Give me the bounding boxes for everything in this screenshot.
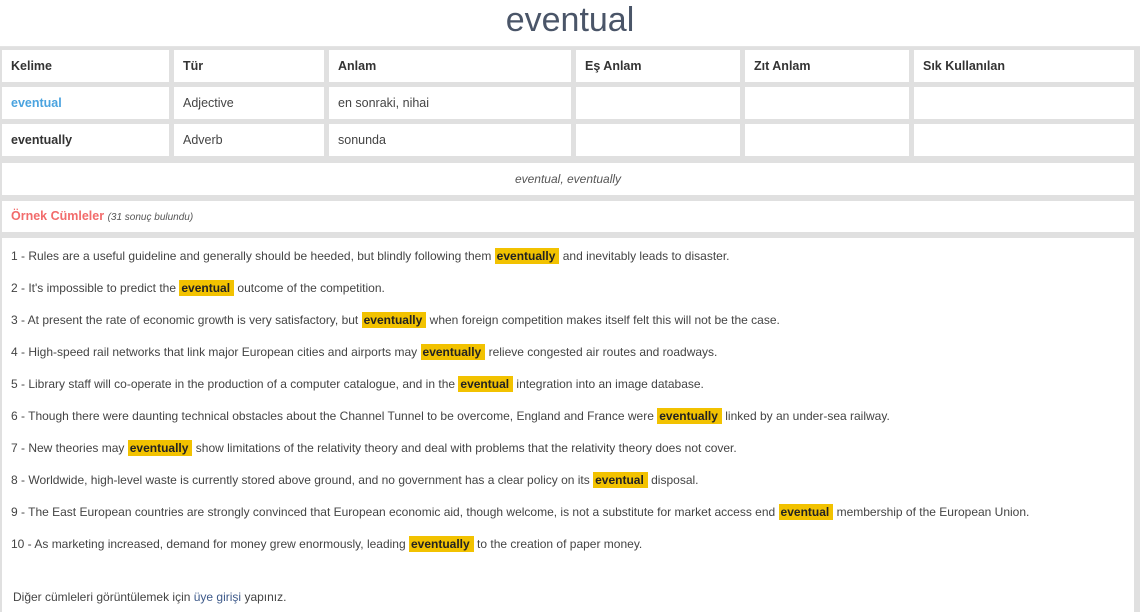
word-type: Adverb	[174, 124, 324, 156]
example-sentence: 6 - Though there were daunting technical…	[11, 406, 1134, 438]
header-common: Sık Kullanılan	[914, 50, 1134, 82]
page-title: eventual	[0, 0, 1140, 47]
word-common	[914, 87, 1134, 119]
example-sentence: 4 - High-speed rail networks that link m…	[11, 342, 1134, 374]
sentence-text: 1 - Rules are a useful guideline and gen…	[11, 249, 492, 263]
login-prompt-text: Diğer cümleleri görüntülemek için	[13, 590, 191, 604]
highlighted-word: eventual	[179, 280, 235, 296]
word-synonym	[576, 87, 740, 119]
sentence-text: disposal.	[651, 473, 699, 487]
sentence-text: 10 - As marketing increased, demand for …	[11, 537, 406, 551]
sentence-text: integration into an image database.	[516, 377, 704, 391]
highlighted-word: eventual	[593, 472, 648, 488]
example-sentences: 1 - Rules are a useful guideline and gen…	[2, 238, 1134, 614]
sentence-text: 2 - It's impossible to predict the	[11, 281, 177, 295]
highlighted-word: eventually	[127, 440, 193, 456]
sentence-text: and inevitably leads to disaster.	[562, 249, 730, 263]
sentence-text: outcome of the competition.	[237, 281, 385, 295]
word-antonym	[745, 124, 909, 156]
highlighted-word: eventually	[657, 408, 722, 424]
login-prompt-text-end: yapınız.	[244, 590, 287, 604]
sentence-text: 8 - Worldwide, high-level waste is curre…	[11, 473, 590, 487]
highlighted-word: eventually	[420, 344, 486, 360]
sentence-text: 4 - High-speed rail networks that link m…	[11, 345, 418, 359]
example-sentence: 10 - As marketing increased, demand for …	[11, 534, 1134, 566]
examples-header: Örnek Cümleler (31 sonuç bulundu)	[2, 201, 1134, 232]
highlighted-word: eventual	[458, 376, 514, 392]
sentence-text: membership of the European Union.	[836, 505, 1030, 519]
word-meaning: en sonraki, nihai	[329, 87, 571, 119]
highlighted-word: eventually	[409, 536, 474, 552]
sentence-text: linked by an under-sea railway.	[725, 409, 890, 423]
sentence-text: 5 - Library staff will co-operate in the…	[11, 377, 456, 391]
sentence-text: 7 - New theories may	[11, 441, 125, 455]
example-sentence: 8 - Worldwide, high-level waste is curre…	[11, 470, 1134, 502]
header-synonym: Eş Anlam	[576, 50, 740, 82]
word-link[interactable]: eventual	[2, 87, 169, 119]
word-synonym	[576, 124, 740, 156]
word-antonym	[745, 87, 909, 119]
example-sentence: 3 - At present the rate of economic grow…	[11, 310, 1134, 342]
sentence-text: 6 - Though there were daunting technical…	[11, 409, 654, 423]
sentence-text: show limitations of the relativity theor…	[195, 441, 737, 455]
word-table: Kelime Tür Anlam Eş Anlam Zıt Anlam Sık …	[2, 50, 1134, 156]
sentence-text: to the creation of paper money.	[477, 537, 643, 551]
highlighted-word: eventually	[361, 312, 427, 328]
highlighted-word: eventually	[494, 248, 560, 264]
highlighted-word: eventual	[778, 504, 834, 520]
word-link[interactable]: eventually	[2, 124, 169, 156]
header-meaning: Anlam	[329, 50, 571, 82]
example-sentence: 2 - It's impossible to predict the event…	[11, 278, 1134, 310]
examples-count: (31 sonuç bulundu)	[107, 212, 194, 223]
examples-label: Örnek Cümleler	[11, 209, 105, 223]
sentence-text: 3 - At present the rate of economic grow…	[11, 313, 359, 327]
word-forms: eventual, eventually	[2, 163, 1134, 195]
word-type: Adjective	[174, 87, 324, 119]
example-sentence: 5 - Library staff will co-operate in the…	[11, 374, 1134, 406]
login-prompt: Diğer cümleleri görüntülemek için üye gi…	[13, 590, 286, 604]
example-sentence: 1 - Rules are a useful guideline and gen…	[11, 246, 1134, 278]
header-word: Kelime	[2, 50, 169, 82]
header-type: Tür	[174, 50, 324, 82]
content-area: Kelime Tür Anlam Eş Anlam Zıt Anlam Sık …	[0, 47, 1140, 614]
example-sentence: 9 - The East European countries are stro…	[11, 502, 1134, 534]
header-antonym: Zıt Anlam	[745, 50, 909, 82]
example-sentence: 7 - New theories may eventually show lim…	[11, 438, 1134, 470]
word-common	[914, 124, 1134, 156]
word-meaning: sonunda	[329, 124, 571, 156]
login-link[interactable]: üye girişi	[194, 590, 241, 604]
sentence-text: 9 - The East European countries are stro…	[11, 505, 776, 519]
sentence-text: relieve congested air routes and roadway…	[488, 345, 718, 359]
sentence-text: when foreign competition makes itself fe…	[429, 313, 780, 327]
